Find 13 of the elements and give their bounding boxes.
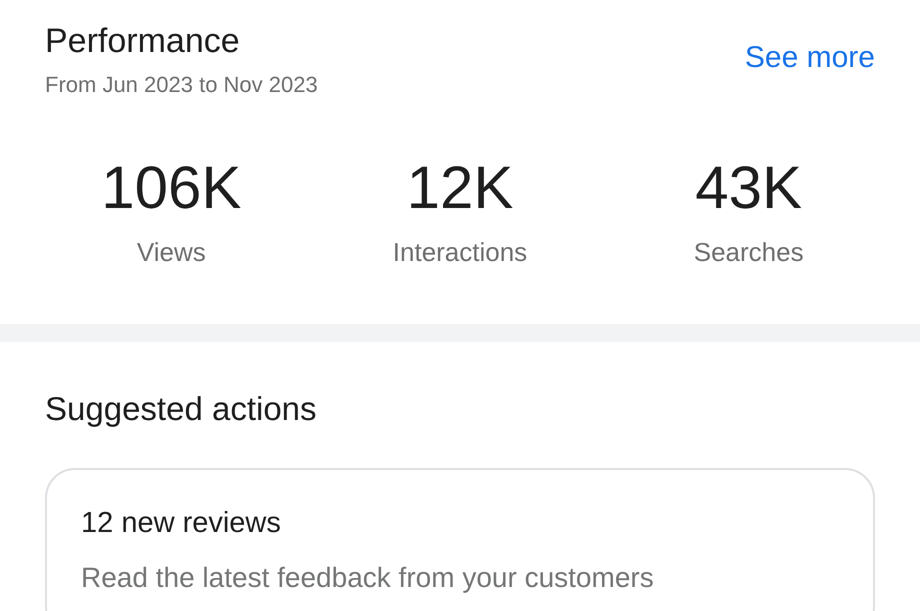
card-description: Read the latest feedback from your customers [81,561,655,595]
see-more-link[interactable]: See more [744,40,875,76]
card-title: 12 new reviews [81,506,282,541]
stat-value: 106K [101,158,242,218]
stat-value: 43K [695,158,802,218]
stat-label: Searches [694,237,804,267]
section-title: Suggested actions [45,389,318,429]
action-card[interactable]: 12 new reviews Read the latest feedback from your customers [45,468,875,611]
stat-label: Views [136,237,206,267]
date-range-text: From Jun 2023 to Nov 2023 [45,71,318,99]
section-title: Performance [45,21,241,61]
stat-label: Interactions [392,237,528,267]
stat-value: 12K [406,158,514,218]
